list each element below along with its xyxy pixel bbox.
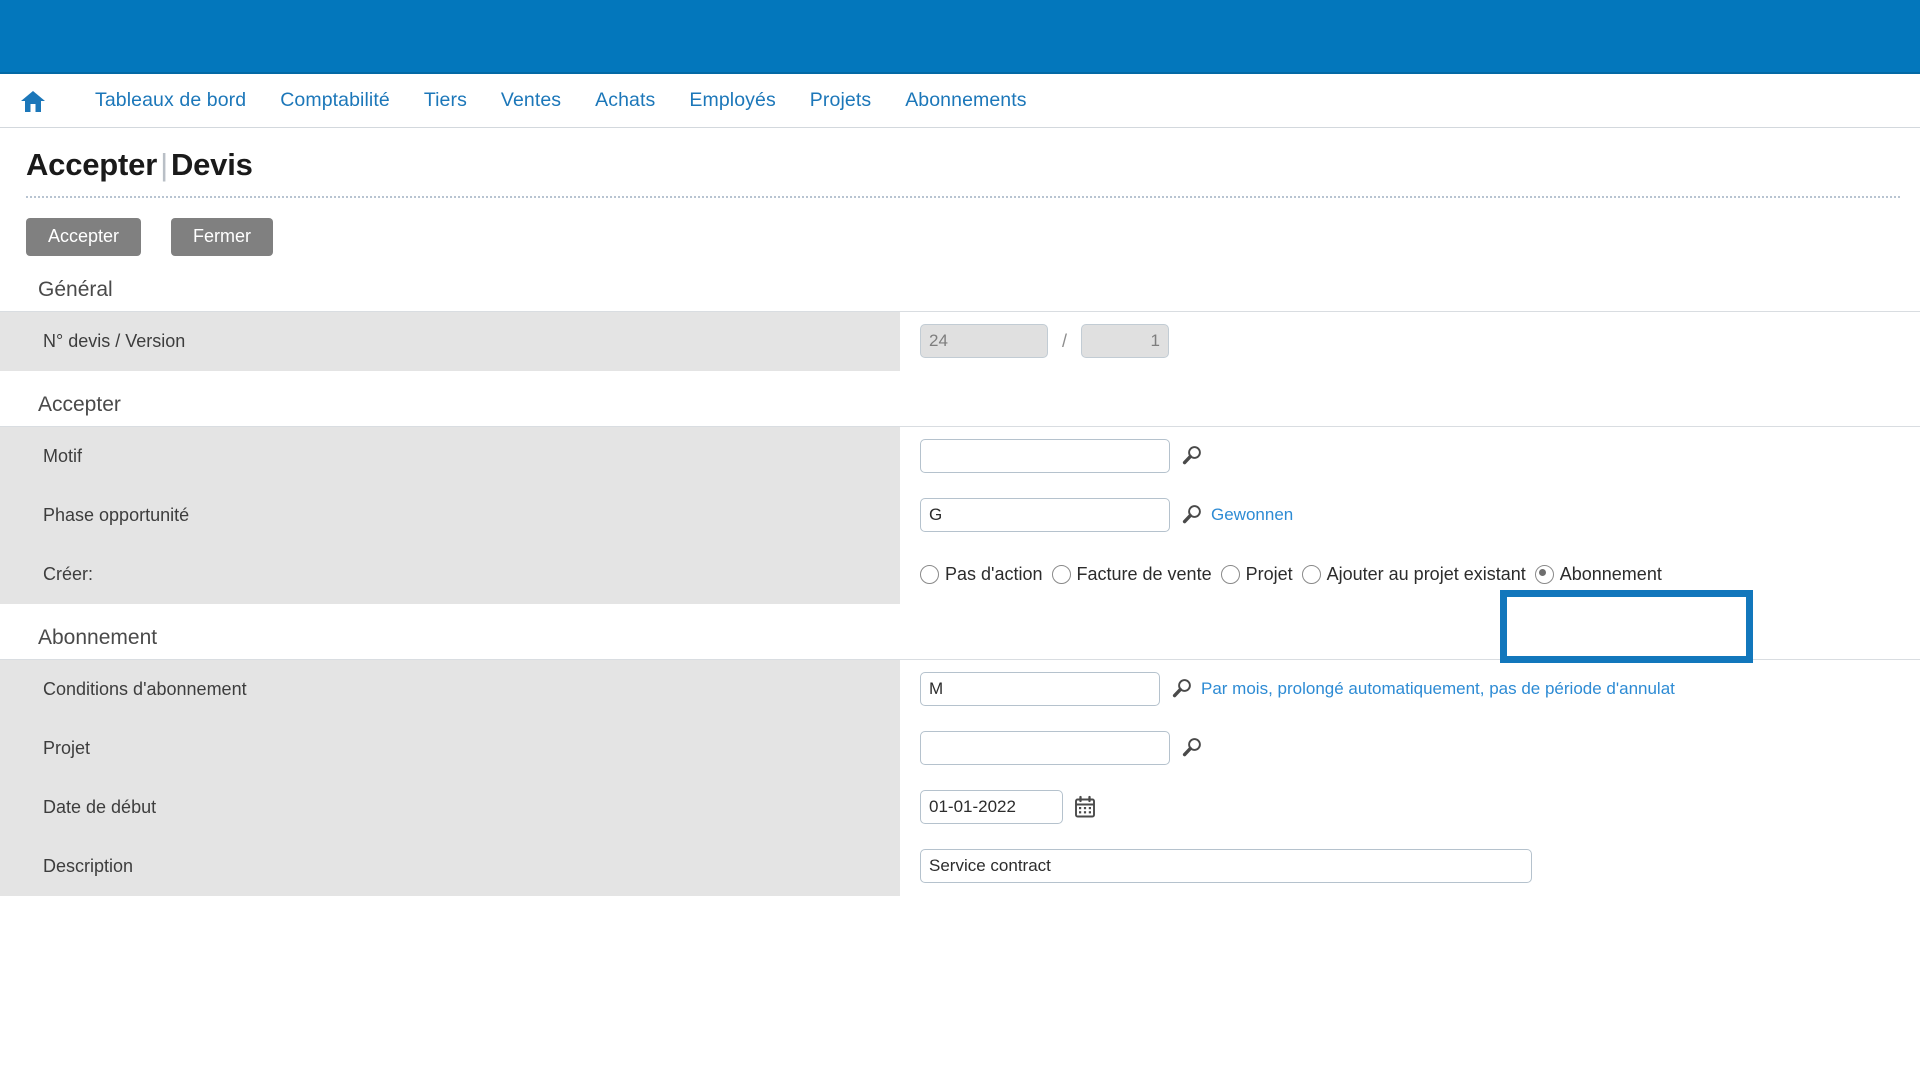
radio-circle-icon	[920, 564, 939, 584]
magnifier-icon[interactable]	[1179, 735, 1205, 761]
conditions-abonnement-input[interactable]	[920, 672, 1160, 707]
radio-circle-icon	[1301, 564, 1321, 584]
nav-item-projets[interactable]: Projets	[810, 89, 871, 112]
conditions-abonnement-resolved-text[interactable]: Par mois, prolongé automatiquement, pas …	[1201, 679, 1675, 699]
label-date-de-debut: Date de début	[0, 777, 900, 837]
label-numero-devis-version: N° devis / Version	[0, 311, 900, 371]
calendar-icon[interactable]	[1072, 794, 1098, 820]
label-projet: Projet	[0, 718, 900, 778]
nav-item-achats[interactable]: Achats	[595, 89, 655, 112]
row-motif: Motif	[0, 426, 1920, 486]
creer-radio-group: Pas d'action Facture de vente Projet Ajo…	[920, 564, 1662, 585]
page-title-secondary: Devis	[170, 147, 253, 182]
page-title-primary: Accepter	[26, 147, 158, 182]
nav-item-tableaux-de-bord[interactable]: Tableaux de bord	[95, 89, 246, 112]
projet-input[interactable]	[920, 731, 1170, 766]
radio-label-facture-de-vente: Facture de vente	[1076, 563, 1212, 584]
label-phase-opportunite: Phase opportunité	[0, 485, 900, 545]
main-navigation: Tableaux de bord Comptabilité Tiers Vent…	[0, 74, 1920, 128]
value-motif	[900, 427, 1920, 486]
value-creer: Pas d'action Facture de vente Projet Ajo…	[900, 545, 1920, 604]
action-toolbar: Accepter Fermer	[0, 198, 1920, 256]
phase-opportunite-resolved-text[interactable]: Gewonnen	[1211, 505, 1293, 525]
devis-number-input[interactable]	[920, 324, 1048, 359]
radio-label-pas-daction: Pas d'action	[945, 563, 1043, 584]
description-input[interactable]	[920, 849, 1532, 884]
phase-opportunite-input[interactable]	[920, 498, 1170, 533]
magnifier-icon[interactable]	[1169, 676, 1195, 702]
label-conditions-abonnement: Conditions d'abonnement	[0, 659, 900, 719]
nav-item-comptabilite[interactable]: Comptabilité	[280, 89, 390, 112]
value-date-de-debut	[900, 778, 1920, 837]
row-description: Description	[0, 836, 1920, 896]
radio-circle-icon	[1051, 564, 1071, 584]
row-date-de-debut: Date de début	[0, 777, 1920, 837]
radio-label-abonnement: Abonnement	[1559, 563, 1662, 584]
radio-pas-daction[interactable]: Pas d'action	[920, 564, 1043, 585]
value-conditions-abonnement: Par mois, prolongé automatiquement, pas …	[900, 660, 1920, 719]
magnifier-icon[interactable]	[1179, 502, 1205, 528]
nav-item-tiers[interactable]: Tiers	[424, 89, 467, 112]
row-conditions-abonnement: Conditions d'abonnement Par mois, prolon…	[0, 659, 1920, 719]
label-creer: Créer:	[0, 544, 900, 604]
magnifier-icon[interactable]	[1179, 443, 1205, 469]
top-blue-bar	[0, 0, 1920, 74]
label-motif: Motif	[0, 426, 900, 486]
row-phase-opportunite: Phase opportunité Gewonnen	[0, 485, 1920, 545]
row-creer: Créer: Pas d'action Facture de vente Pro…	[0, 544, 1920, 604]
section-title-abonnement: Abonnement	[38, 625, 158, 649]
value-numero-devis-version: /	[900, 312, 1920, 371]
row-projet: Projet	[0, 718, 1920, 778]
section-body-abonnement: Conditions d'abonnement Par mois, prolon…	[0, 658, 1920, 896]
close-button[interactable]: Fermer	[171, 218, 274, 256]
section-body-general: N° devis / Version /	[0, 310, 1920, 371]
radio-facture-de-vente[interactable]: Facture de vente	[1051, 563, 1212, 585]
section-title-accepter: Accepter	[38, 392, 121, 416]
radio-circle-icon	[1220, 564, 1240, 584]
section-accepter: Accepter Motif Phase opportunité G Gewon…	[0, 393, 1920, 604]
nav-item-employes[interactable]: Employés	[689, 89, 775, 112]
value-description	[900, 837, 1920, 896]
radio-ajouter-au-projet-existant[interactable]: Ajouter au projet existant	[1301, 563, 1526, 585]
devis-version-separator: /	[1062, 330, 1068, 351]
section-general: Général N° devis / Version /	[0, 278, 1920, 371]
radio-label-ajouter-au-projet-existant: Ajouter au projet existant	[1326, 563, 1526, 584]
version-input[interactable]	[1081, 324, 1170, 359]
section-abonnement: Abonnement Conditions d'abonnement Par m…	[0, 626, 1920, 896]
row-numero-devis-version: N° devis / Version /	[0, 311, 1920, 371]
accept-button[interactable]: Accepter	[26, 218, 142, 256]
radio-projet[interactable]: Projet	[1220, 563, 1293, 585]
page-title-separator: |	[160, 147, 168, 182]
motif-input[interactable]	[920, 439, 1170, 474]
value-phase-opportunite: Gewonnen	[900, 486, 1920, 545]
home-icon[interactable]	[18, 87, 48, 115]
page-title-area: Accepter|Devis	[0, 128, 1920, 190]
radio-label-projet: Projet	[1245, 563, 1293, 584]
label-description: Description	[0, 836, 900, 896]
nav-item-abonnements[interactable]: Abonnements	[905, 89, 1026, 112]
date-de-debut-input[interactable]	[920, 790, 1063, 825]
value-projet	[900, 719, 1920, 778]
nav-item-ventes[interactable]: Ventes	[501, 89, 561, 112]
section-body-accepter: Motif Phase opportunité G Gewonnen Créer…	[0, 425, 1920, 604]
section-title-general: Général	[38, 277, 113, 301]
radio-abonnement[interactable]: Abonnement	[1534, 563, 1662, 585]
page-title: Accepter|Devis	[26, 147, 253, 182]
radio-circle-selected-icon	[1534, 564, 1554, 584]
